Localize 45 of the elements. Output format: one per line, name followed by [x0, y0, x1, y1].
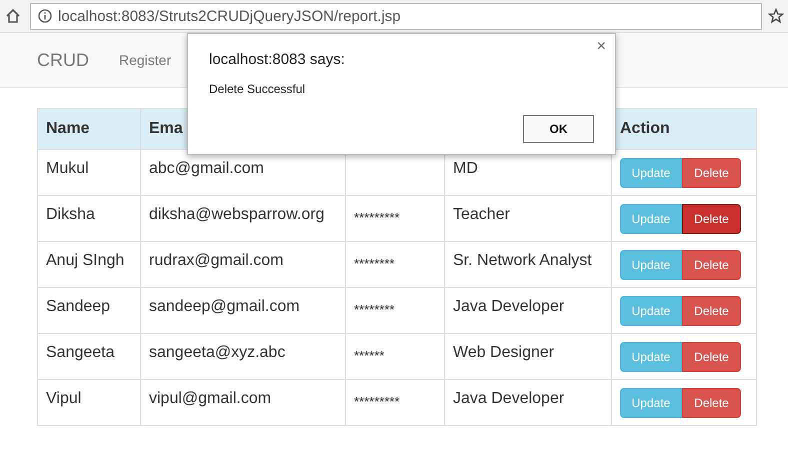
- delete-button[interactable]: Delete: [682, 204, 741, 234]
- table-cell: vipul@gmail.com: [140, 380, 346, 426]
- star-icon[interactable]: [768, 8, 784, 24]
- table-cell: ********: [346, 242, 444, 288]
- table-cell: Sr. Network Analyst: [444, 242, 612, 288]
- table-cell: Java Developer: [444, 288, 612, 334]
- delete-button[interactable]: Delete: [682, 158, 741, 188]
- update-button[interactable]: Update: [620, 204, 682, 234]
- update-button[interactable]: Update: [620, 250, 682, 280]
- table-cell: Sangeeta: [38, 334, 140, 380]
- delete-button[interactable]: Delete: [682, 296, 741, 326]
- table-cell: Java Developer: [444, 380, 612, 426]
- address-bar[interactable]: localhost:8083/Struts2CRUDjQueryJSON/report.jsp: [30, 2, 762, 30]
- table-cell: sangeeta@xyz.abc: [140, 334, 346, 380]
- delete-button[interactable]: Delete: [682, 342, 741, 372]
- table-cell: sandeep@gmail.com: [140, 288, 346, 334]
- dialog-title: localhost:8083 says:: [209, 51, 346, 68]
- url-text: localhost:8083/Struts2CRUDjQueryJSON/report.jsp: [58, 8, 401, 24]
- dialog-message: Delete Successful: [209, 82, 306, 96]
- table-cell: Diksha: [38, 196, 140, 242]
- ok-button[interactable]: OK: [523, 115, 594, 143]
- table-cell: *********: [346, 380, 444, 426]
- update-button[interactable]: Update: [620, 388, 682, 418]
- table-cell: Mukul: [38, 150, 140, 196]
- home-icon[interactable]: [5, 8, 21, 24]
- table-cell: Vipul: [38, 380, 140, 426]
- update-button[interactable]: Update: [620, 296, 682, 326]
- column-header: Name: [38, 108, 140, 150]
- table-cell: Web Designer: [444, 334, 612, 380]
- table-cell: ********: [346, 288, 444, 334]
- delete-button[interactable]: Delete: [682, 250, 741, 280]
- table-cell: diksha@websparrow.org: [140, 196, 346, 242]
- table-cell: ******: [346, 334, 444, 380]
- info-icon[interactable]: [38, 9, 52, 23]
- table-cell: Sandeep: [38, 288, 140, 334]
- table-cell: Anuj SIngh: [38, 242, 140, 288]
- table-cell: rudrax@gmail.com: [140, 242, 346, 288]
- brand-link[interactable]: CRUD: [37, 50, 89, 70]
- table-cell: Teacher: [444, 196, 612, 242]
- update-button[interactable]: Update: [620, 342, 682, 372]
- table-cell: *********: [346, 196, 444, 242]
- update-button[interactable]: Update: [620, 158, 682, 188]
- delete-button[interactable]: Delete: [682, 388, 741, 418]
- close-button[interactable]: ×: [596, 38, 606, 56]
- nav-link[interactable]: Register: [119, 52, 172, 68]
